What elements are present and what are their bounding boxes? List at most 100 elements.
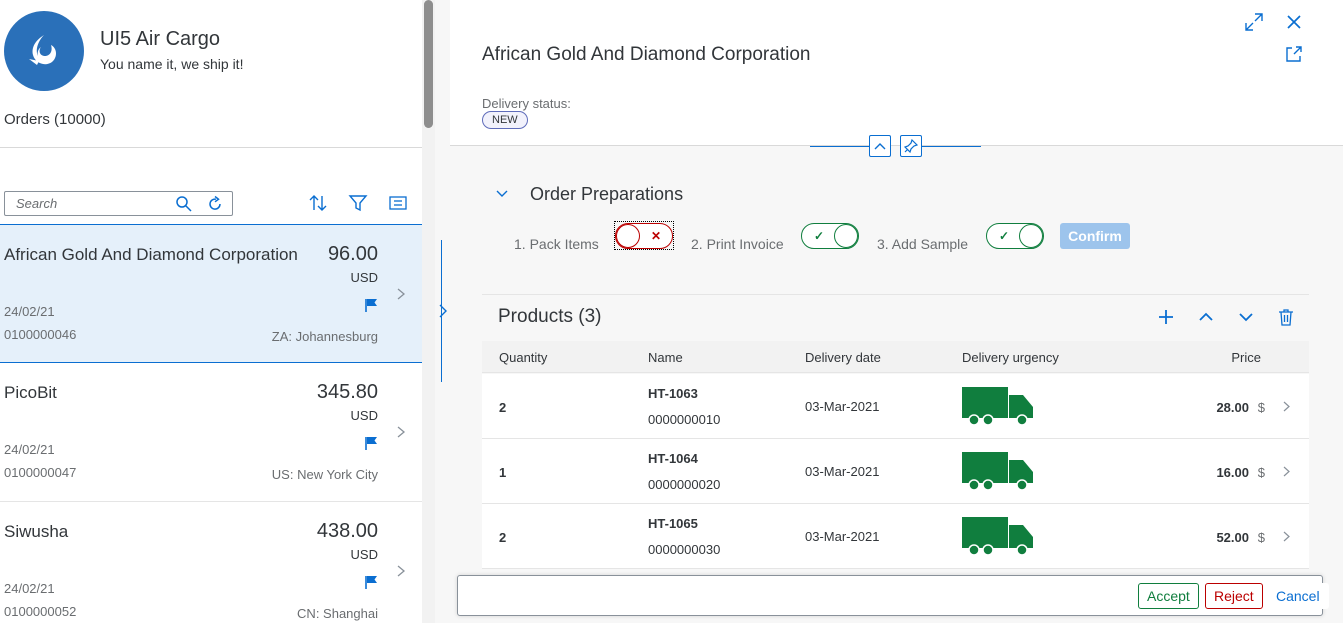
refresh-icon[interactable]: [206, 195, 224, 213]
header-divider-left: [810, 146, 870, 147]
order-number: 0100000046: [4, 327, 77, 342]
orders-count: Orders (10000): [4, 111, 106, 128]
header-divider-right: [921, 146, 981, 147]
truck-icon: [962, 517, 1034, 557]
cell-delivery-date: 03-Mar-2021: [805, 464, 880, 479]
cancel-button[interactable]: Cancel: [1267, 583, 1329, 609]
master-pane: UI5 Air Cargo You name it, we ship it! O…: [0, 0, 422, 623]
cell-product-name: HT-1065: [648, 516, 698, 531]
column-quantity: Quantity: [499, 350, 548, 365]
add-sample-switch[interactable]: ✓: [986, 223, 1044, 249]
footer-toolbar: Accept Reject Cancel: [457, 575, 1329, 616]
order-amount: 345.80: [316, 381, 378, 403]
cell-product-name: HT-1064: [648, 451, 698, 466]
order-date: 24/02/21: [4, 581, 55, 596]
step-add-sample-label: 3. Add Sample: [877, 236, 969, 252]
cell-product-id: 0000000020: [648, 477, 721, 492]
truck-icon: [962, 452, 1034, 492]
cell-product-id: 0000000010: [648, 412, 721, 427]
close-icon[interactable]: [1284, 12, 1304, 32]
table-row[interactable]: 2 HT-1065 0000000030 03-Mar-2021 52.00 $: [482, 504, 1309, 569]
print-invoice-switch[interactable]: ✓: [801, 223, 859, 249]
list-toolbar: [4, 189, 422, 217]
ship-city: ZA: Johannesburg: [271, 329, 378, 344]
pack-items-switch[interactable]: ✕: [615, 223, 673, 249]
switch-knob: [616, 224, 640, 248]
chevron-down-icon[interactable]: [495, 187, 509, 201]
cross-icon: ✕: [650, 229, 661, 243]
group-icon[interactable]: [388, 193, 408, 213]
chevron-right-icon: [396, 425, 406, 439]
column-delivery-urgency: Delivery urgency: [962, 350, 1059, 365]
master-scrollbar[interactable]: [422, 0, 435, 623]
status-badge: NEW: [482, 111, 528, 129]
chevron-right-icon: [396, 287, 406, 301]
table-row[interactable]: 2 HT-1063 0000000010 03-Mar-2021 28.00 $: [482, 374, 1309, 439]
detail-title: African Gold And Diamond Corporation: [482, 44, 811, 65]
accept-button[interactable]: Accept: [1138, 583, 1199, 609]
delete-icon[interactable]: [1276, 307, 1296, 327]
cell-delivery-date: 03-Mar-2021: [805, 529, 880, 544]
pin-header-button[interactable]: [900, 135, 922, 157]
orders-list: African Gold And Diamond Corporation 96.…: [0, 224, 422, 623]
check-icon: ✓: [999, 229, 1010, 243]
chevron-right-icon: [1282, 465, 1291, 478]
pane-separator[interactable]: [435, 0, 450, 623]
confirm-button[interactable]: Confirm: [1060, 223, 1130, 249]
scrollbar-thumb[interactable]: [424, 0, 433, 128]
chevron-right-icon[interactable]: [437, 303, 448, 319]
check-icon: ✓: [814, 229, 825, 243]
column-price: Price: [1231, 350, 1261, 365]
delivery-status-label: Delivery status:: [482, 96, 571, 111]
order-currency: USD: [350, 270, 378, 285]
list-item[interactable]: Siwusha 438.00 USD 24/02/21 0100000052 C…: [0, 502, 422, 623]
list-item[interactable]: PicoBit 345.80 USD 24/02/21 0100000047 U…: [0, 363, 422, 502]
cell-delivery-date: 03-Mar-2021: [805, 399, 880, 414]
sort-icon[interactable]: [308, 193, 328, 213]
app-title: UI5 Air Cargo: [100, 28, 221, 50]
cell-price: 16.00: [1216, 465, 1249, 480]
cell-quantity: 2: [499, 530, 507, 545]
switch-knob: [834, 224, 858, 248]
order-date: 24/02/21: [4, 442, 55, 457]
master-header: UI5 Air Cargo You name it, we ship it! O…: [0, 0, 422, 148]
order-amount: 438.00: [316, 520, 378, 542]
ship-city: CN: Shanghai: [297, 606, 378, 621]
fullscreen-icon[interactable]: [1244, 12, 1264, 32]
truck-icon: [962, 387, 1034, 427]
order-date: 24/02/21: [4, 304, 55, 319]
chevron-right-icon: [1282, 530, 1291, 543]
move-up-icon[interactable]: [1196, 307, 1216, 327]
step-pack-items-label: 1. Pack Items: [514, 236, 599, 252]
add-icon[interactable]: [1156, 307, 1176, 327]
chevron-right-icon: [1282, 400, 1291, 413]
table-header: Quantity Name Delivery date Delivery urg…: [482, 341, 1309, 373]
cell-currency: $: [1257, 530, 1265, 545]
filter-icon[interactable]: [348, 193, 368, 213]
cell-quantity: 2: [499, 400, 507, 415]
order-currency: USD: [350, 408, 378, 423]
cell-quantity: 1: [499, 465, 507, 480]
search-field[interactable]: [4, 191, 233, 216]
customer-name: African Gold And Diamond Corporation: [4, 245, 298, 264]
chevron-right-icon: [396, 564, 406, 578]
search-input[interactable]: [5, 192, 169, 215]
table-row[interactable]: 1 HT-1064 0000000020 03-Mar-2021 16.00 $: [482, 439, 1309, 504]
collapse-header-button[interactable]: [869, 135, 891, 157]
order-amount: 96.00: [327, 243, 378, 265]
search-icon[interactable]: [175, 195, 193, 213]
flag-icon: [365, 298, 378, 312]
list-item[interactable]: African Gold And Diamond Corporation 96.…: [0, 224, 422, 363]
step-print-invoice-label: 2. Print Invoice: [691, 236, 784, 252]
cell-currency: $: [1257, 400, 1265, 415]
cell-price: 28.00: [1216, 400, 1249, 415]
pin-icon: [904, 139, 918, 153]
move-down-icon[interactable]: [1236, 307, 1256, 327]
column-name: Name: [648, 350, 683, 365]
products-table: Products (3) Quantity Name Delivery date…: [482, 294, 1309, 570]
share-icon[interactable]: [1284, 44, 1304, 64]
app-subtitle: You name it, we ship it!: [100, 56, 244, 72]
customer-name: Siwusha: [4, 522, 69, 541]
reject-button[interactable]: Reject: [1205, 583, 1263, 609]
order-currency: USD: [350, 547, 378, 562]
